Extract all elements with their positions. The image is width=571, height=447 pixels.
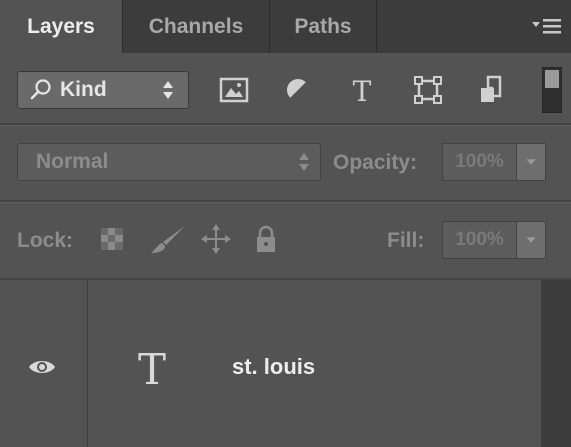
- search-icon: [30, 79, 51, 100]
- svg-text:T: T: [138, 346, 166, 390]
- tab-layers[interactable]: Layers: [0, 0, 122, 53]
- text-layer-icon: T: [138, 346, 166, 390]
- lock-label: Lock:: [17, 229, 74, 252]
- scrollbar[interactable]: [541, 280, 571, 447]
- visibility-column: [0, 280, 88, 447]
- adjustment-filter-icon[interactable]: [282, 74, 314, 106]
- blend-mode-select[interactable]: Normal: [17, 143, 321, 181]
- lock-all-icon[interactable]: [250, 223, 282, 255]
- blend-mode-value: Normal: [36, 150, 109, 173]
- fill-input[interactable]: 100%: [442, 221, 516, 259]
- filter-kind-label: Kind: [60, 78, 107, 101]
- layer-name[interactable]: st. louis: [232, 354, 315, 380]
- tab-paths[interactable]: Paths: [270, 0, 376, 53]
- divider: [0, 200, 571, 203]
- image-filter-icon[interactable]: [218, 74, 250, 106]
- smart-object-filter-icon[interactable]: [476, 74, 508, 106]
- layer-list: T st. louis: [0, 280, 571, 447]
- opacity-input[interactable]: 100%: [442, 143, 516, 181]
- filter-kind-select[interactable]: Kind: [17, 71, 189, 109]
- tab-channels[interactable]: Channels: [123, 0, 269, 53]
- fill-dropdown-icon[interactable]: [516, 221, 546, 259]
- lock-position-icon[interactable]: [200, 223, 232, 255]
- panel-tab-bar: Layers Channels Paths: [0, 0, 571, 53]
- opacity-dropdown-icon[interactable]: [516, 143, 546, 181]
- divider: [0, 123, 571, 126]
- updown-arrows-icon: [299, 153, 309, 171]
- filter-toggle-switch[interactable]: [542, 67, 562, 113]
- svg-text:T: T: [353, 75, 372, 106]
- panel-menu-icon[interactable]: [530, 14, 564, 40]
- tab-separator: [376, 0, 377, 53]
- filter-toggle-knob: [545, 70, 559, 88]
- lock-image-pixels-icon[interactable]: [148, 223, 188, 255]
- eye-icon[interactable]: [28, 358, 56, 376]
- type-filter-icon[interactable]: T: [346, 74, 378, 106]
- opacity-label: Opacity:: [333, 151, 418, 174]
- fill-label: Fill:: [387, 229, 425, 252]
- updown-arrows-icon: [163, 81, 173, 99]
- lock-transparent-pixels-icon[interactable]: [96, 223, 128, 255]
- shape-filter-icon[interactable]: [412, 74, 444, 106]
- layer-row[interactable]: T st. louis: [0, 280, 540, 447]
